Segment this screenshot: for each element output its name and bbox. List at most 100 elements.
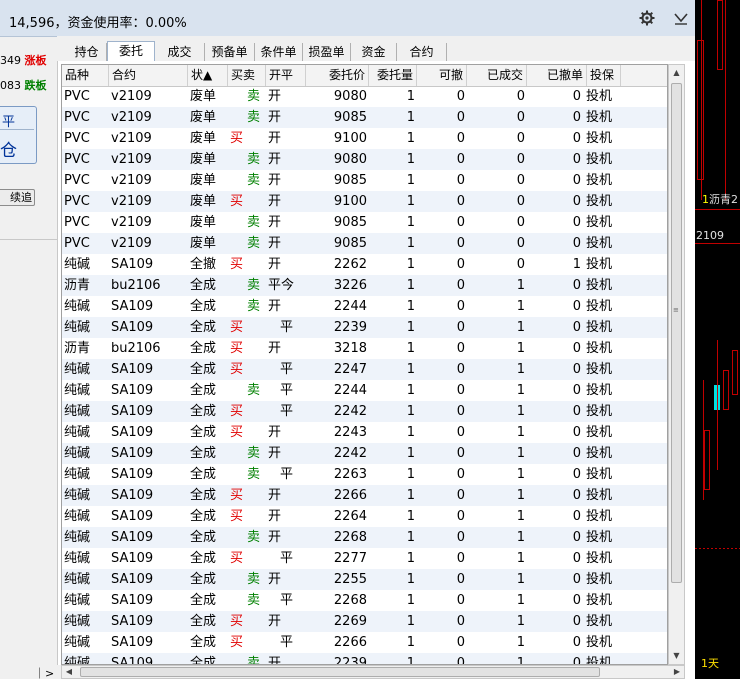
filled-cell: 1 (516, 362, 525, 377)
table-row[interactable]: PVC v2109 废单 卖开 9080 1 0 0 0 投机 (62, 86, 667, 107)
product-cell: 纯碱 (64, 425, 91, 440)
table-row[interactable]: PVC v2109 废单买 开 9100 1 0 0 0 投机 (62, 128, 667, 149)
table-row[interactable]: PVC v2109 废单 卖开 9085 1 0 0 0 投机 (62, 107, 667, 128)
table-row[interactable]: PVC v2109 废单 卖开 9080 1 0 0 0 投机 (62, 149, 667, 170)
column-header[interactable]: 投保 (587, 65, 621, 86)
table-row[interactable]: PVC v2109 废单 卖开 9085 1 0 0 0 投机 (62, 170, 667, 191)
cancelable-cell: 0 (456, 383, 465, 398)
scroll-left-icon[interactable]: ◀ (62, 666, 76, 678)
column-header[interactable]: 委托量 (369, 65, 417, 86)
canceled-cell: 0 (572, 110, 581, 125)
price-cell: 2268 (333, 530, 367, 545)
table-row[interactable]: 纯碱 SA109 全成买 平 2239 1 0 1 0 投机 (62, 317, 667, 338)
table-row[interactable]: 纯碱 SA109 全成买 平 2242 1 0 1 0 投机 (62, 401, 667, 422)
quantity-cell: 1 (406, 446, 415, 461)
gear-icon[interactable] (638, 9, 656, 27)
table-row[interactable]: 纯碱 SA109 全成 卖开 2242 1 0 1 0 投机 (62, 443, 667, 464)
canceled-cell: 0 (572, 236, 581, 251)
table-row[interactable]: 纯碱 SA109 全成买 平 2247 1 0 1 0 投机 (62, 359, 667, 380)
table-row[interactable]: 纯碱 SA109 全成 卖开 2244 1 0 1 0 投机 (62, 296, 667, 317)
contract-cell: SA109 (111, 572, 154, 587)
open-close-cell: 开 (268, 530, 282, 545)
table-row[interactable]: 纯碱 SA109 全成 卖 平 2268 1 0 1 0 投机 (62, 590, 667, 611)
scroll-down-icon[interactable]: ▼ (669, 648, 684, 664)
canceled-cell: 0 (572, 488, 581, 503)
table-row[interactable]: 沥青 bu2106 全成买 开 3218 1 0 1 0 投机 (62, 338, 667, 359)
table-row[interactable]: 纯碱 SA109 全成 卖开 2239 1 0 1 0 投机 (62, 653, 667, 664)
column-header[interactable]: 已撤单 (527, 65, 587, 86)
candle (732, 350, 738, 395)
table-row[interactable]: 纯碱 SA109 全成 卖 平 2263 1 0 1 0 投机 (62, 464, 667, 485)
quantity-cell: 1 (406, 215, 415, 230)
scrollbar-thumb[interactable]: ≡ (671, 83, 682, 583)
table-row[interactable]: 纯碱 SA109 全成买 开 2264 1 0 1 0 投机 (62, 506, 667, 527)
price-cell: 9085 (333, 236, 367, 251)
tab-stop-orders[interactable]: 损盈单 (303, 43, 351, 61)
open-close-cell: 开 (268, 572, 282, 587)
horizontal-scrollbar[interactable]: ◀ ▶ (61, 665, 685, 679)
table-row[interactable]: PVC v2109 废单买 开 9100 1 0 0 0 投机 (62, 191, 667, 212)
chase-button[interactable]: 续追 (0, 189, 35, 206)
price-chart-panel[interactable]: 1沥青2 2109 1天 (695, 0, 740, 679)
canceled-cell: 0 (572, 131, 581, 146)
orders-table[interactable]: 品种 合约 状▲ 买卖 开平 委托价 委托量 可撤 已成交 已撤单 投保 PVC… (61, 64, 668, 665)
table-row[interactable]: 纯碱 SA109 全成买 开 2266 1 0 1 0 投机 (62, 485, 667, 506)
column-header[interactable]: 品种 (62, 65, 109, 86)
side-cell: 买 (230, 614, 244, 629)
contract-cell: SA109 (111, 635, 154, 650)
side-cell: 卖 (246, 593, 260, 608)
table-row[interactable]: PVC v2109 废单 卖开 9085 1 0 0 0 投机 (62, 233, 667, 254)
price-cell: 9085 (333, 110, 367, 125)
table-row[interactable]: 纯碱 SA109 全成 卖开 2255 1 0 1 0 投机 (62, 569, 667, 590)
column-header[interactable]: 合约 (109, 65, 188, 86)
filled-cell: 0 (516, 131, 525, 146)
column-header[interactable]: 开平 (266, 65, 306, 86)
filled-cell: 1 (516, 614, 525, 629)
tab-trades[interactable]: 成交 (155, 43, 205, 61)
table-row[interactable]: 纯碱 SA109 全成买 开 2269 1 0 1 0 投机 (62, 611, 667, 632)
contract-cell: v2109 (111, 131, 152, 146)
tab-contracts[interactable]: 合约 (397, 43, 447, 61)
scroll-up-icon[interactable]: ▲ (669, 65, 684, 81)
column-header[interactable]: 可撤 (417, 65, 467, 86)
table-row[interactable]: 纯碱 SA109 全成 卖 平 2244 1 0 1 0 投机 (62, 380, 667, 401)
quantity-cell: 1 (406, 194, 415, 209)
chart-gridline (717, 340, 718, 470)
table-row[interactable]: 纯碱 SA109 全成 卖开 2268 1 0 1 0 投机 (62, 527, 667, 548)
hedge-cell: 投机 (586, 488, 613, 503)
status-cell: 全成 (190, 299, 217, 314)
tab-funds[interactable]: 资金 (351, 43, 397, 61)
chevron-down-icon[interactable] (672, 9, 690, 27)
scrollbar-thumb[interactable] (80, 667, 600, 677)
filled-cell: 1 (516, 341, 525, 356)
product-cell: 纯碱 (64, 614, 91, 629)
tab-prepared-orders[interactable]: 预备单 (205, 43, 255, 61)
table-header: 品种 合约 状▲ 买卖 开平 委托价 委托量 可撤 已成交 已撤单 投保 (62, 65, 667, 87)
quantity-cell: 1 (406, 278, 415, 293)
vertical-scrollbar[interactable]: ▲ ≡ ▼ (668, 64, 685, 665)
table-row[interactable]: 纯碱 SA109 全成买 平 2277 1 0 1 0 投机 (62, 548, 667, 569)
tab-conditional-orders[interactable]: 条件单 (255, 43, 303, 61)
tab-orders[interactable]: 委托 (107, 41, 155, 61)
column-header[interactable]: 委托价 (306, 65, 369, 86)
close-position-button[interactable]: 平 仓 (0, 106, 37, 164)
side-cell: 买 (230, 425, 244, 440)
quantity-cell: 1 (406, 257, 415, 272)
tab-positions[interactable]: 持仓 (67, 43, 107, 61)
table-row[interactable]: 纯碱 SA109 全撤买 开 2262 1 0 0 1 投机 (62, 254, 667, 275)
cancelable-cell: 0 (456, 278, 465, 293)
contract-cell: SA109 (111, 551, 154, 566)
table-row[interactable]: 纯碱 SA109 全成买 平 2266 1 0 1 0 投机 (62, 632, 667, 653)
filled-cell: 1 (516, 425, 525, 440)
scroll-right-icon[interactable]: ▶ (670, 666, 684, 678)
status-cell: 全成 (190, 467, 217, 482)
table-row[interactable]: 沥青 bu2106 全成 卖平今 3226 1 0 1 0 投机 (62, 275, 667, 296)
table-row[interactable]: 纯碱 SA109 全成买 开 2243 1 0 1 0 投机 (62, 422, 667, 443)
quantity-cell: 1 (406, 131, 415, 146)
hedge-cell: 投机 (586, 320, 613, 335)
quantity-cell: 1 (406, 110, 415, 125)
column-header-sorted[interactable]: 状▲ (188, 65, 228, 86)
column-header[interactable]: 已成交 (467, 65, 527, 86)
column-header[interactable]: 买卖 (228, 65, 266, 86)
table-row[interactable]: PVC v2109 废单 卖开 9085 1 0 0 0 投机 (62, 212, 667, 233)
